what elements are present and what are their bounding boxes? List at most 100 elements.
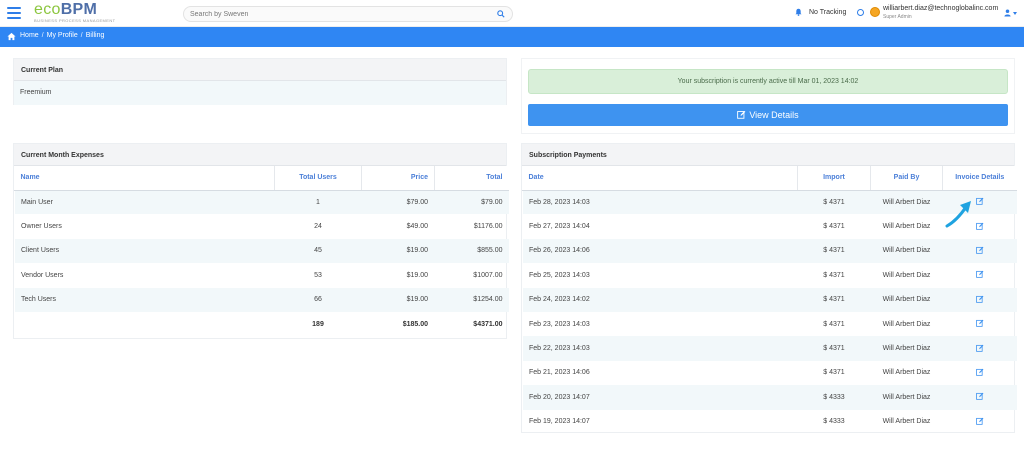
cell-paid-by: Will Arbert Diaz [882, 320, 931, 328]
table-row: Feb 22, 2023 14:03 $ 4371 Will Arbert Diaz [522, 336, 1017, 361]
cell-invoice-details [943, 263, 1017, 287]
table-row: Owner Users 24 $49.00 $1176.00 [15, 214, 509, 238]
logo-bpm: BPM [60, 1, 98, 18]
cell-paid-by: Will Arbert Diaz [882, 369, 931, 377]
invoice-edit-icon[interactable] [975, 222, 984, 230]
user-email[interactable]: williarbert.diaz@technoglobalinc.com [883, 5, 998, 12]
column-header-price[interactable]: Price [361, 166, 435, 191]
invoice-edit-icon[interactable] [975, 417, 984, 425]
cell-price: $19.00 [361, 238, 435, 264]
clock-icon[interactable] [857, 9, 864, 16]
cell-invoice-details [943, 312, 1017, 336]
payments-title: Subscription Payments [522, 144, 1014, 166]
table-row: Feb 23, 2023 14:03 $ 4371 Will Arbert Diaz [523, 312, 1017, 336]
column-header-name[interactable]: Name [14, 166, 275, 191]
table-row: Feb 24, 2023 14:02 $ 4371 Will Arbert Diaz [522, 287, 1017, 312]
cell-users: 45 [274, 238, 362, 264]
cell-import: $ 4371 [797, 287, 871, 312]
table-header-row: Date Import Paid By Invoice Details [522, 166, 1017, 191]
cell-date: Feb 23, 2023 14:03 [529, 320, 590, 328]
bell-icon[interactable] [795, 8, 802, 16]
table-row: Main User 1 $79.00 $79.00 [14, 190, 509, 215]
table-row: Feb 20, 2023 14:07 $ 4333 Will Arbert Diaz [522, 385, 1017, 410]
cell-paid-by: Will Arbert Diaz [882, 223, 931, 231]
top-navbar: ecoBPM BUSINESS PROCESS MANAGEMENT No Tr… [0, 0, 1024, 27]
cell-total: $1007.00 [473, 271, 503, 279]
table-row: Feb 21, 2023 14:06 $ 4371 Will Arbert Diaz [523, 361, 1017, 385]
cell-invoice-details [942, 238, 1017, 264]
column-header-paid-by[interactable]: Paid By [870, 166, 943, 191]
search-box [183, 6, 513, 22]
grand-total: $4371.00 [473, 320, 503, 328]
cell-import: $ 4371 [797, 190, 871, 215]
invoice-edit-icon[interactable] [975, 319, 984, 327]
table-row: Feb 28, 2023 14:03 $ 4371 Will Arbert Diaz [522, 190, 1017, 215]
cell-date: Feb 26, 2023 14:06 [522, 238, 798, 264]
table-row: Vendor Users 53 $19.00 $1007.00 [15, 263, 509, 287]
search-icon[interactable] [497, 10, 505, 18]
table-row: Feb 27, 2023 14:04 $ 4371 Will Arbert Diaz [523, 214, 1017, 238]
cell-import: $ 4371 [797, 238, 871, 264]
cell-date: Feb 25, 2023 14:03 [529, 271, 590, 279]
search-input[interactable] [190, 8, 490, 20]
cell-date: Feb 22, 2023 14:03 [522, 336, 798, 361]
cell-price: $19.00 [406, 271, 428, 279]
cell-date: Feb 27, 2023 14:04 [529, 223, 590, 231]
menu-icon[interactable] [7, 7, 21, 19]
pointer-arrow-icon [945, 201, 971, 228]
cell-total: $79.00 [434, 190, 509, 215]
view-details-label: View Details [749, 110, 799, 120]
cell-invoice-details [943, 410, 1017, 434]
column-header-import[interactable]: Import [797, 166, 871, 191]
cell-invoice-details [942, 287, 1017, 312]
invoice-edit-icon[interactable] [975, 392, 984, 401]
home-icon[interactable] [7, 32, 16, 41]
cell-import: $ 4371 [823, 223, 845, 231]
table-header-row: Name Total Users Price Total [14, 166, 509, 191]
cell-name: Vendor Users [21, 271, 64, 279]
invoice-edit-icon[interactable] [975, 197, 984, 206]
column-header-total[interactable]: Total [434, 166, 509, 191]
column-header-date[interactable]: Date [522, 166, 798, 191]
breadcrumb-billing: Billing [85, 32, 105, 39]
payments-table: Date Import Paid By Invoice Details Feb … [522, 166, 1017, 434]
cell-price: $79.00 [361, 190, 435, 215]
invoice-edit-icon[interactable] [975, 270, 984, 279]
breadcrumb-my-profile[interactable]: My Profile [47, 32, 78, 39]
current-plan-value: Freemium [14, 81, 506, 105]
invoice-edit-icon[interactable] [975, 344, 984, 352]
table-row: Client Users 45 $19.00 $855.00 [14, 238, 509, 264]
cell-price: $49.00 [406, 223, 428, 231]
expenses-title: Current Month Expenses [14, 144, 506, 166]
user-role: Super Admin [883, 14, 912, 20]
column-header-invoice-details[interactable]: Invoice Details [942, 166, 1017, 191]
table-row: Tech Users 66 $19.00 $1254.00 [14, 287, 509, 312]
tracking-status[interactable]: No Tracking [809, 9, 846, 16]
chevron-down-icon[interactable] [1013, 12, 1017, 15]
view-details-button[interactable]: View Details [528, 104, 1008, 126]
invoice-edit-icon[interactable] [975, 368, 984, 376]
cell-users: 24 [314, 223, 322, 231]
expenses-panel: Current Month Expenses Name Total Users … [13, 143, 509, 339]
cell-price: $19.00 [361, 287, 435, 312]
avatar[interactable] [870, 7, 880, 17]
payments-panel: Subscription Payments Date Import Paid B… [521, 143, 1017, 434]
cell-name [15, 312, 275, 336]
current-plan-title: Current Plan [14, 59, 506, 81]
invoice-edit-icon[interactable] [975, 246, 984, 254]
user-icon[interactable] [1004, 9, 1011, 17]
cell-invoice-details [942, 385, 1017, 410]
cell-name: Tech Users [14, 287, 275, 312]
breadcrumb-home[interactable]: Home [20, 32, 39, 39]
logo-eco: eco [34, 1, 61, 18]
breadcrumb: Home / My Profile / Billing [0, 27, 1024, 47]
cell-total: $1254.00 [434, 287, 509, 312]
table-row: Feb 19, 2023 14:07 $ 4333 Will Arbert Diaz [523, 410, 1017, 434]
logo[interactable]: ecoBPM BUSINESS PROCESS MANAGEMENT [34, 1, 116, 24]
cell-import: $ 4371 [823, 271, 845, 279]
invoice-edit-icon[interactable] [975, 295, 984, 303]
column-header-total-users[interactable]: Total Users [274, 166, 362, 191]
cell-name: Owner Users [21, 223, 62, 231]
logo-tagline: BUSINESS PROCESS MANAGEMENT [34, 18, 116, 23]
cell-users: 1 [274, 190, 362, 215]
